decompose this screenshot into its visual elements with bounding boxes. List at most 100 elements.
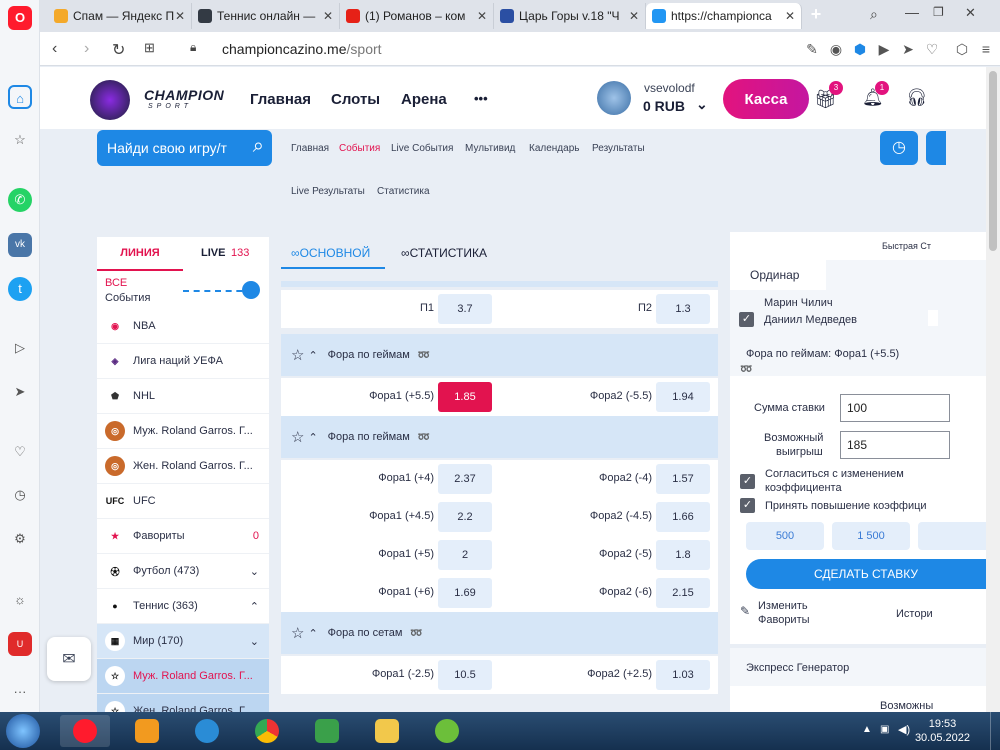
tab-single[interactable]: Ординар: [730, 260, 826, 290]
tab-main[interactable]: ∞ОСНОВНОЙ: [281, 237, 385, 269]
change-label-1[interactable]: Изменить: [758, 600, 808, 612]
taskbar-app[interactable]: [302, 715, 352, 747]
minimize-icon[interactable]: —: [905, 4, 919, 20]
nav-slots[interactable]: Слоты: [331, 91, 380, 108]
history-icon[interactable]: ◷: [8, 483, 32, 507]
shield-icon[interactable]: U: [8, 632, 32, 656]
chevron-up-icon[interactable]: ⌃: [308, 627, 317, 640]
logo-icon[interactable]: [90, 80, 130, 120]
subnav-live-results[interactable]: Live Результаты: [291, 186, 365, 197]
tab-2[interactable]: (1) Романов – ком ✕: [340, 3, 494, 29]
sport-item[interactable]: ☆ Жен. Roland Garros. Г...: [97, 694, 269, 712]
url-field[interactable]: championcazino.me/sport: [222, 41, 382, 57]
taskbar-chrome[interactable]: [242, 715, 292, 747]
odds-button-right[interactable]: 1.03: [656, 660, 710, 690]
odds-button-left[interactable]: 2: [438, 540, 492, 570]
taskbar-ie[interactable]: [182, 715, 232, 747]
reload-icon[interactable]: ↻: [112, 40, 125, 60]
kassa-button[interactable]: Касса: [723, 79, 809, 119]
subnav-statistics[interactable]: Статистика: [377, 186, 430, 197]
odds-button-right[interactable]: 1.66: [656, 502, 710, 532]
whatsapp-icon[interactable]: ✆: [8, 188, 32, 212]
sport-item[interactable]: ◈ Лига наций УЕФА: [97, 344, 269, 379]
logo-text[interactable]: CHAMPION: [144, 87, 224, 103]
more-icon[interactable]: ···: [8, 680, 32, 704]
make-bet-button[interactable]: СДЕЛАТЬ СТАВКУ: [746, 559, 986, 589]
chevron-down-icon[interactable]: ⌄: [696, 96, 708, 113]
history-button[interactable]: ◷: [880, 131, 918, 165]
change-label-2[interactable]: Фавориты: [758, 614, 810, 626]
odds-button-left[interactable]: 2.37: [438, 464, 492, 494]
market-header[interactable]: ☆ ⌃ Фора по сетам ➿: [281, 612, 718, 654]
play-icon[interactable]: ▶: [876, 41, 892, 57]
sport-item[interactable]: UFC UFC: [97, 484, 269, 519]
taskbar-player[interactable]: [122, 715, 172, 747]
edit-icon[interactable]: ✎: [804, 41, 820, 57]
all-label[interactable]: ВСЕ: [105, 277, 127, 289]
tab-stats[interactable]: ∞СТАТИСТИКА: [401, 237, 487, 269]
close-icon[interactable]: ✕: [477, 9, 487, 23]
avatar[interactable]: [597, 81, 631, 115]
settings-icon[interactable]: ⚙: [8, 527, 32, 551]
cube-icon[interactable]: ⬡: [954, 41, 970, 57]
sport-item[interactable]: ⬟ NHL: [97, 379, 269, 414]
sport-item[interactable]: ⚽︎ Футбол (473) ⌄: [97, 554, 269, 589]
events-slider-handle[interactable]: [242, 281, 260, 299]
nav-more-icon[interactable]: •••: [474, 91, 488, 106]
close-icon[interactable]: ✕: [175, 9, 185, 23]
heart-icon[interactable]: ♡: [8, 440, 32, 464]
search-icon[interactable]: ⌕: [253, 135, 264, 158]
nav-main[interactable]: Главная: [250, 91, 311, 108]
back-icon[interactable]: ‹: [52, 40, 57, 58]
sport-item[interactable]: ▦ Мир (170) ⌄: [97, 624, 269, 659]
message-button[interactable]: ✉: [47, 637, 91, 681]
twitter-icon[interactable]: t: [8, 277, 32, 301]
nav-arena[interactable]: Арена: [401, 91, 447, 108]
chevron-up-icon[interactable]: ⌃: [308, 431, 317, 444]
subnav-multiview[interactable]: Мультивид: [465, 143, 515, 154]
new-tab-icon[interactable]: +: [806, 4, 826, 26]
tab-live[interactable]: LIVE: [201, 237, 225, 271]
balance[interactable]: 0 RUB: [643, 98, 685, 114]
odds-button-right[interactable]: 1.57: [656, 464, 710, 494]
headset-icon[interactable]: 🎧︎: [906, 88, 928, 108]
taskbar-torrent[interactable]: [422, 715, 472, 747]
market-header[interactable]: ☆ ⌃ Фора по геймам ➿: [281, 334, 718, 376]
edit-icon[interactable]: ✎: [740, 604, 750, 618]
odds-button-right[interactable]: 1.94: [656, 382, 710, 412]
stake-input[interactable]: 100: [840, 394, 950, 422]
network-icon[interactable]: ▣: [880, 724, 889, 735]
sport-item[interactable]: ☆ Муж. Roland Garros. Г...: [97, 659, 269, 694]
sport-item[interactable]: ● Теннис (363) ⌃: [97, 589, 269, 624]
tab-4-active[interactable]: https://championca ✕: [646, 3, 802, 29]
search-tabs-icon[interactable]: ⌕: [870, 6, 878, 23]
taskbar-folder[interactable]: [362, 715, 412, 747]
odds-button-left[interactable]: 1.85: [438, 382, 492, 412]
close-icon[interactable]: ✕: [323, 9, 333, 23]
agree-checkbox[interactable]: ✓: [740, 474, 755, 489]
show-desktop-button[interactable]: [990, 712, 1000, 750]
page-scrollbar[interactable]: [986, 67, 1000, 712]
odds-button-right[interactable]: 1.3: [656, 294, 710, 324]
heart-icon[interactable]: ♡: [924, 41, 940, 57]
odds-button-left[interactable]: 1.69: [438, 578, 492, 608]
sport-item[interactable]: ◎ Муж. Roland Garros. Г...: [97, 414, 269, 449]
grid-icon[interactable]: ⊞: [144, 40, 155, 56]
lightbulb-icon[interactable]: ☼: [8, 588, 32, 612]
quick-bet-label[interactable]: Быстрая Ст: [882, 241, 931, 251]
subnav-calendar[interactable]: Календарь: [529, 143, 579, 154]
odds-button-left[interactable]: 2.2: [438, 502, 492, 532]
extra-button[interactable]: [926, 131, 946, 165]
close-icon[interactable]: ✕: [785, 9, 795, 23]
vk-icon[interactable]: vk: [8, 233, 32, 257]
star-icon[interactable]: ☆: [291, 428, 304, 446]
market-header[interactable]: ☆ ⌃ Фора по геймам ➿: [281, 416, 718, 458]
subnav-main[interactable]: Главная: [291, 143, 329, 154]
forward-icon[interactable]: ›: [84, 40, 89, 58]
vpn-shield-icon[interactable]: ⬢: [852, 41, 868, 57]
sport-item[interactable]: ◉ NBA: [97, 309, 269, 344]
tray-arrow-icon[interactable]: ▲: [862, 724, 872, 735]
star-icon[interactable]: ☆: [291, 346, 304, 364]
odds-button-left[interactable]: 10.5: [438, 660, 492, 690]
star-icon[interactable]: ☆: [291, 624, 304, 642]
